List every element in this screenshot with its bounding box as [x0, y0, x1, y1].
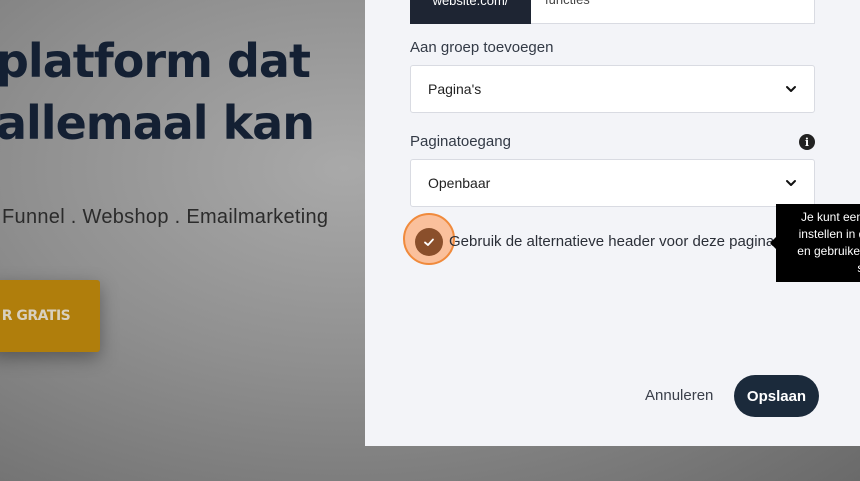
- tooltip-line: instellen in d: [798, 227, 860, 241]
- hero-title: platform dat allemaal kan: [0, 34, 315, 150]
- tooltip-line: Je kunt een: [800, 210, 860, 224]
- info-icon[interactable]: i: [799, 134, 815, 150]
- url-field: website.com/ functies: [410, 0, 815, 24]
- group-select[interactable]: Pagina's: [410, 65, 815, 113]
- hero-cta-label: R GRATIS: [1, 308, 71, 324]
- alt-header-label[interactable]: Gebruik de alternatieve header voor deze…: [449, 233, 774, 250]
- hero-cta-button[interactable]: R GRATIS: [0, 280, 100, 352]
- chevron-down-icon: [786, 86, 796, 92]
- tooltip-line: st: [788, 260, 860, 277]
- group-select-value: Pagina's: [428, 81, 482, 97]
- cancel-button[interactable]: Annuleren: [641, 380, 717, 410]
- access-select-value: Openbaar: [428, 175, 491, 191]
- chevron-down-icon: [786, 180, 796, 186]
- group-label: Aan groep toevoegen: [410, 39, 554, 56]
- hero-subtitle: Funnel . Webshop . Emailmarketing: [2, 206, 329, 228]
- checkmark-icon: [424, 238, 434, 246]
- url-prefix: website.com/: [410, 0, 531, 24]
- url-slug-input[interactable]: functies: [531, 0, 815, 24]
- alt-header-checkbox[interactable]: [415, 228, 443, 256]
- tooltip-line: en gebruiken: [797, 244, 860, 258]
- tooltip: Je kunt een instellen in d en gebruiken …: [776, 204, 860, 282]
- access-label: Paginatoegang: [410, 133, 511, 150]
- save-button[interactable]: Opslaan: [734, 375, 819, 417]
- access-select[interactable]: Openbaar: [410, 159, 815, 207]
